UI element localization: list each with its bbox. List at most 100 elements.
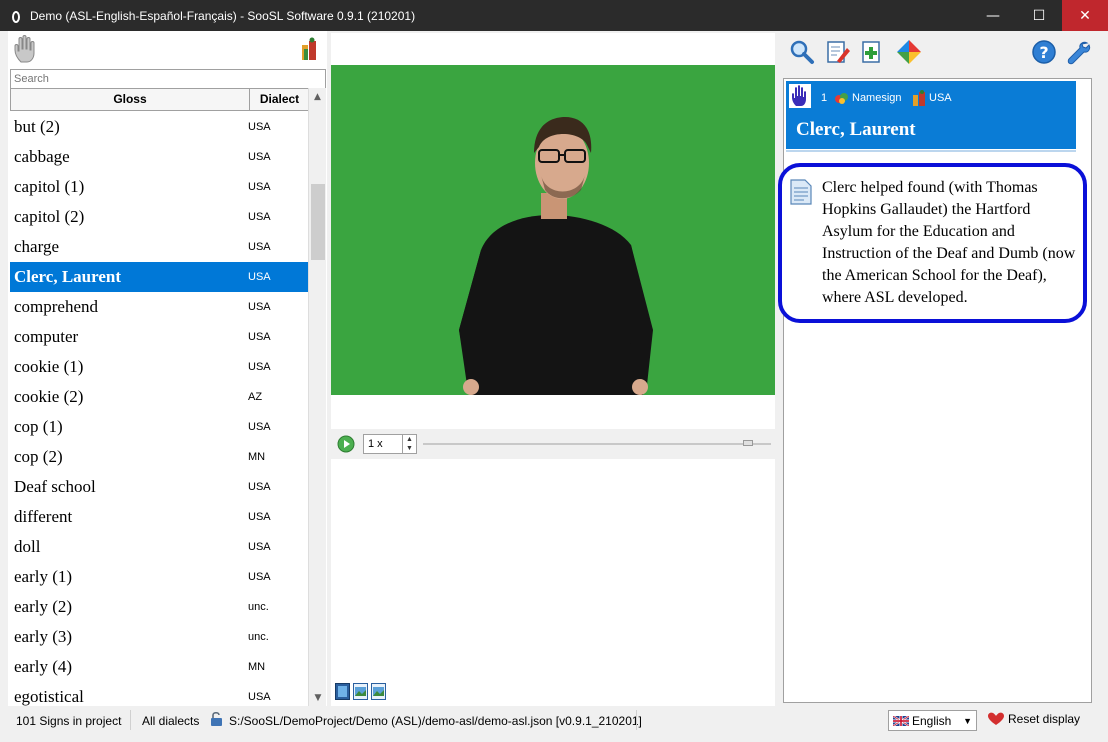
dialect-cell: USA: [248, 421, 271, 433]
sign-hand-icon: [789, 84, 811, 108]
dialect-cell: USA: [248, 691, 271, 703]
scroll-up-icon[interactable]: ▲: [309, 88, 326, 105]
gloss-row[interactable]: Clerc, Laurent USA: [10, 262, 308, 292]
dialect-column-header[interactable]: Dialect: [250, 89, 309, 110]
scroll-down-icon[interactable]: ▼: [309, 689, 327, 706]
minimize-button[interactable]: —: [970, 0, 1016, 31]
seek-slider[interactable]: [423, 440, 771, 446]
gloss-row[interactable]: early (1) USA: [10, 562, 308, 592]
dialect-cell: USA: [248, 241, 271, 253]
gloss-row[interactable]: different USA: [10, 502, 308, 532]
gloss-row[interactable]: cop (1) USA: [10, 412, 308, 442]
play-icon[interactable]: [337, 435, 355, 453]
search-input[interactable]: [10, 69, 326, 89]
grammar-category-label: Namesign: [852, 92, 902, 104]
gloss-row[interactable]: but (2) USA: [10, 112, 308, 142]
close-button[interactable]: ✕: [1062, 0, 1108, 31]
sign-note[interactable]: Clerc helped found (with Thomas Hopkins …: [778, 163, 1087, 323]
dialect-cell: unc.: [248, 631, 269, 643]
video-thumb-icon[interactable]: [335, 683, 350, 700]
dialect-cell: USA: [248, 301, 271, 313]
gloss-row[interactable]: early (3) unc.: [10, 622, 308, 652]
gloss-cell: cookie (2): [14, 387, 84, 406]
dialect-cell: USA: [248, 151, 271, 163]
dialect-cell: USA: [248, 481, 271, 493]
media-panel: 1 x ▲ ▼: [331, 33, 775, 706]
gloss-row[interactable]: doll USA: [10, 532, 308, 562]
maximize-button[interactable]: ☐: [1016, 0, 1062, 31]
video-player-bar: 1 x ▲ ▼: [331, 429, 775, 459]
gloss-row[interactable]: capitol (1) USA: [10, 172, 308, 202]
gloss-row[interactable]: cookie (1) USA: [10, 352, 308, 382]
dialect-cell: USA: [248, 181, 271, 193]
gloss-row[interactable]: egotistical USA: [10, 682, 308, 706]
dialect-cell: USA: [248, 211, 271, 223]
seek-handle[interactable]: [743, 440, 753, 446]
gloss-row[interactable]: charge USA: [10, 232, 308, 262]
sign-video[interactable]: [331, 65, 775, 395]
heart-icon: [988, 712, 1004, 725]
compare-icon[interactable]: [896, 39, 922, 65]
gloss-list-header: Gloss Dialect: [10, 88, 310, 111]
window-title: Demo (ASL-English-Español-Français) - So…: [30, 8, 416, 23]
picture-thumb-icon[interactable]: [353, 683, 368, 700]
settings-wrench-icon[interactable]: [1065, 39, 1091, 65]
dialect-label: USA: [929, 92, 952, 104]
search-icon[interactable]: [789, 39, 815, 65]
speed-value: 1 x: [368, 438, 383, 450]
title-bar: Demo (ASL-English-Español-Français) - So…: [0, 0, 1108, 31]
gloss-row[interactable]: cop (2) MN: [10, 442, 308, 472]
sense-number: 1: [821, 92, 828, 104]
gloss-column-header[interactable]: Gloss: [11, 89, 250, 110]
gloss-cell: different: [14, 507, 73, 526]
dialect-cell: USA: [248, 331, 271, 343]
dialect-cell: MN: [248, 661, 266, 673]
note-text: Clerc helped found (with Thomas Hopkins …: [822, 179, 1076, 306]
gloss-cell: comprehend: [14, 297, 99, 316]
gloss-cell: Deaf school: [14, 477, 96, 496]
sign-count: 101 Signs in project: [16, 714, 122, 728]
chevron-down-icon: ▼: [963, 715, 972, 726]
media-thumbnails: [335, 683, 386, 700]
dialect-cell: USA: [248, 121, 271, 133]
lock-icon[interactable]: [210, 711, 224, 727]
note-document-icon: [790, 179, 812, 205]
language-select[interactable]: English ▼: [888, 710, 977, 731]
picture-thumb-icon-2[interactable]: [371, 683, 386, 700]
gloss-row[interactable]: cabbage USA: [10, 142, 308, 172]
help-icon[interactable]: ?: [1031, 39, 1057, 65]
gloss-list-scrollbar[interactable]: ▲ ▼: [308, 88, 326, 706]
dialect-cell: unc.: [248, 601, 269, 613]
reset-display-button[interactable]: Reset display: [988, 712, 1080, 726]
gloss-cell: but (2): [14, 117, 60, 136]
gloss-row[interactable]: Deaf school USA: [10, 472, 308, 502]
gloss-row[interactable]: capitol (2) USA: [10, 202, 308, 232]
speed-spin-icon[interactable]: ▲ ▼: [402, 435, 416, 453]
status-separator-2: [636, 710, 637, 730]
gloss-row[interactable]: cookie (2) AZ: [10, 382, 308, 412]
speed-stepper[interactable]: 1 x ▲ ▼: [363, 434, 417, 454]
gloss-cell: early (1): [14, 567, 73, 586]
scrollbar-thumb[interactable]: [311, 184, 325, 260]
uk-flag-icon: [893, 715, 909, 726]
gloss-row[interactable]: computer USA: [10, 322, 308, 352]
gloss-row[interactable]: comprehend USA: [10, 292, 308, 322]
add-sign-icon[interactable]: [859, 39, 885, 65]
gloss-row[interactable]: early (2) unc.: [10, 592, 308, 622]
gloss-cell: early (2): [14, 597, 73, 616]
gloss-cell: capitol (1): [14, 177, 85, 196]
dialect-cell: MN: [248, 451, 266, 463]
status-bar: 101 Signs in project All dialects S:/Soo…: [0, 708, 1108, 742]
dialect-filter-status[interactable]: All dialects: [142, 714, 199, 728]
gloss-row[interactable]: early (4) MN: [10, 652, 308, 682]
edit-icon[interactable]: [825, 39, 851, 65]
project-path: S:/SooSL/DemoProject/Demo (ASL)/demo-asl…: [229, 714, 642, 728]
dialect-filter-icon[interactable]: [301, 37, 317, 61]
app-logo-icon: [12, 10, 20, 23]
dialect-cell: USA: [248, 571, 271, 583]
gloss-cell: cookie (1): [14, 357, 84, 376]
gloss-cell: capitol (2): [14, 207, 85, 226]
sense-header[interactable]: 1 Namesign USA Clerc, Laurent: [786, 81, 1076, 149]
gloss-cell: cop (1): [14, 417, 63, 436]
reset-display-label: Reset display: [1008, 712, 1081, 726]
